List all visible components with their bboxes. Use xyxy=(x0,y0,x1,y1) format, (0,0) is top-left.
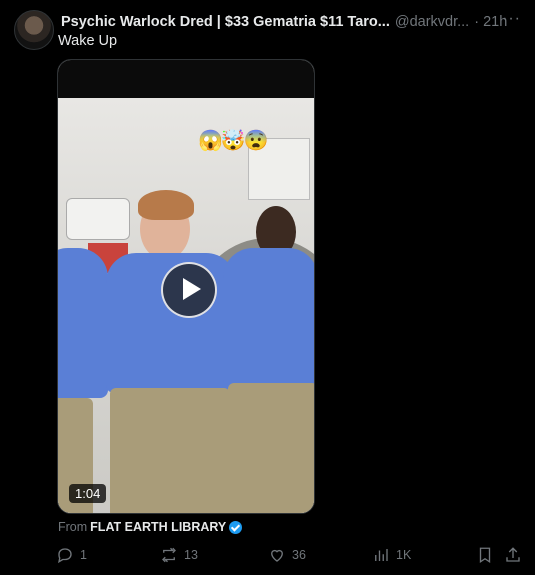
bookmark-icon xyxy=(479,547,491,564)
bookmark-button[interactable] xyxy=(476,546,494,564)
share-button[interactable] xyxy=(504,546,522,564)
person-right-shirt xyxy=(223,248,314,388)
repost-button[interactable]: 13 xyxy=(160,546,198,564)
reply-count: 1 xyxy=(80,548,87,562)
reply-button[interactable]: 1 xyxy=(56,546,87,564)
share-icon xyxy=(506,547,520,562)
post-header: Psychic Warlock Dred | $33 Gematria $11 … xyxy=(58,12,507,32)
person-right-pants xyxy=(228,383,314,513)
person-center-hair xyxy=(138,190,194,220)
emoji-overlay: 😱🤯😨 xyxy=(198,130,269,152)
repost-icon xyxy=(162,547,176,563)
author-display-name[interactable]: Psychic Warlock Dred | $33 Gematria $11 … xyxy=(61,14,390,30)
media-source: From FLAT EARTH LIBRARY xyxy=(58,520,243,534)
like-count: 36 xyxy=(292,548,306,562)
author-avatar[interactable] xyxy=(14,10,54,50)
post-actions: 1 13 36 1K xyxy=(56,546,526,566)
person-left-shirt xyxy=(58,248,108,398)
views-count: 1K xyxy=(396,548,412,562)
heart-icon xyxy=(271,549,283,562)
views-button[interactable]: 1K xyxy=(372,546,411,564)
person-center-pants xyxy=(110,388,230,513)
verified-badge-icon xyxy=(229,520,243,534)
post-text: Wake Up xyxy=(58,33,118,49)
video-top-bar xyxy=(58,60,314,98)
more-options-icon[interactable]: ··· xyxy=(502,10,521,28)
station-equipment xyxy=(66,198,130,240)
play-button[interactable] xyxy=(161,262,217,318)
reply-icon xyxy=(58,548,72,564)
video-duration: 1:04 xyxy=(69,484,107,503)
video-player[interactable]: 😱🤯😨 1:04 xyxy=(57,59,315,514)
source-account-link[interactable]: FLAT EARTH LIBRARY xyxy=(90,520,226,534)
repost-count: 13 xyxy=(184,548,198,562)
from-prefix: From xyxy=(58,520,88,534)
author-handle[interactable]: @darkvdr... xyxy=(395,14,469,30)
like-button[interactable]: 36 xyxy=(268,546,306,564)
views-icon xyxy=(375,549,388,561)
